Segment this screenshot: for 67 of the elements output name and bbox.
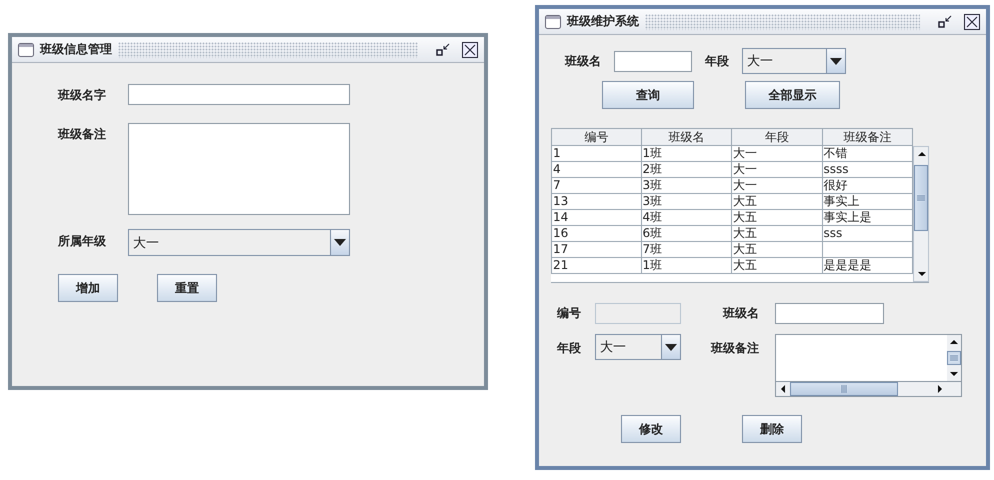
table-cell: 4班 [642,210,732,226]
input-field[interactable] [614,50,692,72]
column-header[interactable]: 编号 [551,128,642,146]
table-cell: 21 [551,258,642,274]
table-cell: 大五 [732,242,822,258]
table-cell: 1班 [642,146,732,162]
field-label: 班级名 [723,305,760,322]
table-cell: 大一 [732,146,822,162]
dropdown[interactable]: 大一 [742,48,846,74]
window-icon [18,42,34,56]
grip-icon [841,384,847,394]
window-icon [545,14,561,28]
table-cell: 17 [551,242,642,258]
table-cell: 大五 [732,210,822,226]
table-cell: 13 [551,194,642,210]
table-cell: 3班 [642,194,732,210]
input-field[interactable] [775,303,884,324]
caret-icon [665,344,677,350]
table-cell: 1班 [642,258,732,274]
window-title: 班级信息管理 [40,41,112,58]
table-cell: 7班 [642,242,732,258]
column-header[interactable]: 班级备注 [822,128,913,146]
field-label: 所属年级 [58,233,107,250]
caret-icon [334,239,346,246]
window-title: 班级维护系统 [567,13,639,30]
scroll-thumb[interactable] [947,351,961,365]
table-cell: 16 [551,226,642,242]
field-label: 班级名字 [58,87,107,104]
dropdown[interactable]: 大一 [128,229,350,256]
column-header[interactable]: 年段 [732,128,822,146]
field-label: 班级备注 [711,340,760,357]
action-button[interactable]: 修改 [621,415,681,443]
table-cell: 4 [551,162,642,178]
dropdown[interactable]: 大一 [595,334,681,360]
action-button[interactable]: 查询 [602,81,694,109]
restore-icon[interactable] [436,42,450,56]
grip-icon [916,195,926,201]
column-header[interactable]: 班级名 [642,128,732,146]
table-cell: 大五 [732,194,822,210]
caret-icon [830,58,842,64]
table-cell: 2班 [642,162,732,178]
field-label: 年段 [557,340,582,357]
scroll-thumb[interactable] [914,165,928,231]
table-cell: 大一 [732,178,822,194]
table-cell: 7 [551,178,642,194]
text-area[interactable] [128,123,350,215]
table-cell: 1 [551,146,642,162]
table-cell: 大五 [732,258,822,274]
action-button[interactable]: 增加 [58,274,118,302]
scrollbar[interactable] [913,146,929,282]
close-icon[interactable] [964,14,980,30]
table-cell: 大五 [732,226,822,242]
field-label: 年段 [705,52,729,70]
field-label: 班级名 [565,52,601,70]
field-label: 班级备注 [58,126,107,143]
action-button[interactable]: 全部显示 [745,81,840,109]
table-cell: 3班 [642,178,732,194]
action-button[interactable]: 重置 [157,274,217,302]
input-field[interactable] [128,84,350,105]
table-cell: 14 [551,210,642,226]
table-cell: 大一 [732,162,822,178]
scroll-thumb[interactable] [790,382,898,396]
field-label: 编号 [557,305,582,322]
restore-icon[interactable] [938,14,952,28]
action-button[interactable]: 删除 [742,415,802,443]
table-cell: 6班 [642,226,732,242]
close-icon[interactable] [462,42,478,58]
